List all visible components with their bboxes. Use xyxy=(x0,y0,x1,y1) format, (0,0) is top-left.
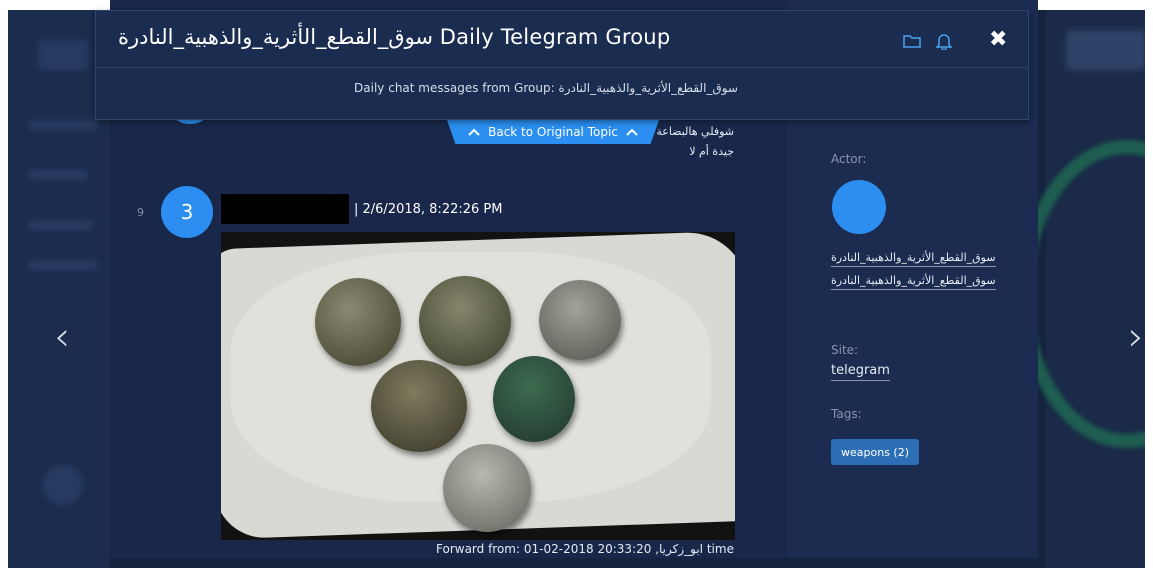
site-value[interactable]: telegram xyxy=(831,363,890,381)
folder-icon[interactable] xyxy=(902,31,922,51)
modal-title: سوق_القطع_الأثرية_والذهبية_النادرة Daily… xyxy=(118,25,671,49)
coin xyxy=(539,280,621,360)
previous-message-text: شوفلي هالبضاعة جيدة أم لا xyxy=(656,122,734,162)
coin xyxy=(315,278,401,366)
background-menu-item xyxy=(28,220,93,230)
back-to-original-topic-button[interactable]: Back to Original Topic xyxy=(447,120,659,144)
close-icon[interactable]: ✖ xyxy=(989,27,1007,52)
modal-subtitle: Daily chat messages from Group: سوق_القط… xyxy=(354,81,738,95)
background-widget xyxy=(1066,30,1145,70)
background-menu-item xyxy=(28,170,88,180)
chevron-up-icon xyxy=(626,128,638,136)
previous-arrow-icon[interactable]: ‹ xyxy=(54,314,70,360)
header-divider xyxy=(96,67,1028,68)
chevron-up-icon xyxy=(468,128,480,136)
actor-avatar[interactable] xyxy=(832,180,886,234)
previous-message-line: جيدة أم لا xyxy=(689,145,734,158)
actor-label: Actor: xyxy=(831,152,867,166)
coin xyxy=(493,356,575,442)
redacted-username xyxy=(221,194,349,224)
message-timestamp: | 2/6/2018, 8:22:26 PM xyxy=(354,202,503,217)
modal-header: سوق_القطع_الأثرية_والذهبية_النادرة Daily… xyxy=(95,10,1029,120)
tag-badge-weapons[interactable]: weapons (2) xyxy=(831,439,919,465)
coin xyxy=(419,276,511,366)
back-button-label: Back to Original Topic xyxy=(488,125,618,139)
background-menu-item xyxy=(28,260,98,270)
coin xyxy=(371,360,467,452)
site-label: Site: xyxy=(831,343,859,357)
background-logo xyxy=(38,40,88,70)
message-avatar: 3 xyxy=(161,186,213,238)
background-menu-item xyxy=(28,120,98,130)
message-index: 9 xyxy=(137,206,144,219)
previous-message-line: شوفلي هالبضاعة xyxy=(656,125,734,138)
bell-icon[interactable] xyxy=(934,31,954,51)
background-avatar xyxy=(43,465,83,505)
coin xyxy=(443,444,531,532)
message-photo[interactable] xyxy=(221,232,735,540)
avatar-number: 3 xyxy=(180,200,194,224)
actor-name-link[interactable]: سوق_القطع_الأثرية_والذهبية_النادرة xyxy=(831,251,996,267)
tags-label: Tags: xyxy=(831,407,862,421)
next-arrow-icon[interactable]: › xyxy=(1128,314,1144,360)
forward-info: Forward from: ابو_زكريا, 20:33:20 2018-0… xyxy=(436,542,734,556)
actor-name-link[interactable]: سوق_القطع_الأثرية_والذهبية_النادرة xyxy=(831,274,996,290)
